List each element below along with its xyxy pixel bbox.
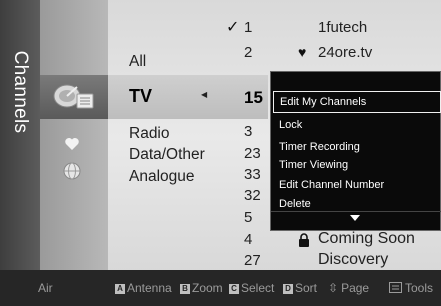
key-label: Tools [405, 281, 434, 295]
key-label: Select [241, 281, 275, 295]
updown-icon: ⇳ [328, 281, 339, 295]
channel-name[interactable]: Coming Soon [318, 230, 415, 248]
satellite-dish-icon [53, 84, 94, 109]
d-button-icon: D [283, 284, 293, 294]
tools-menu-item-lock[interactable]: Lock [279, 119, 302, 131]
channel-list-screen: Channels All TV ◀ Radio Data/Other Analo [0, 0, 441, 306]
select-key[interactable]: C Select [229, 281, 274, 295]
category-data-other[interactable]: Data/Other [129, 146, 205, 164]
channel-number[interactable]: 4 [244, 231, 252, 248]
signal-source: Air [38, 281, 53, 295]
tools-menu-item-selected[interactable]: Edit My Channels [273, 91, 441, 113]
category-analogue[interactable]: Analogue [129, 168, 195, 186]
channel-name[interactable]: 24ore.tv [318, 44, 372, 61]
left-arrow-icon: ◀ [201, 90, 208, 99]
a-button-icon: A [115, 284, 125, 294]
key-label: Zoom [192, 281, 223, 295]
channel-number[interactable]: 2 [244, 44, 252, 61]
heart-icon: ♥ [298, 44, 307, 60]
category-all[interactable]: All [129, 53, 146, 71]
channel-name[interactable]: 1futech [318, 19, 367, 36]
tools-key[interactable]: Tools [389, 281, 433, 295]
scroll-down-icon[interactable] [350, 215, 360, 221]
key-label: Sort [295, 281, 318, 295]
channel-number[interactable]: 3 [244, 123, 252, 140]
key-label: Page [341, 281, 370, 295]
tools-menu-item-timer-recording[interactable]: Timer Recording [279, 141, 360, 153]
key-label: Antenna [127, 281, 172, 295]
bottom-help-bar: Air A Antenna B Zoom C Select D Sort ⇳ Page T… [0, 270, 441, 306]
tools-icon [389, 282, 402, 293]
globe-icon [63, 162, 81, 180]
antenna-key[interactable]: A Antenna [115, 281, 172, 295]
tools-menu-item-timer-viewing[interactable]: Timer Viewing [279, 159, 348, 171]
channel-number[interactable]: 33 [244, 166, 261, 183]
title-strip: Channels [0, 0, 40, 270]
channel-number[interactable]: 23 [244, 145, 261, 162]
channel-number[interactable]: 32 [244, 187, 261, 204]
panel-title: Channels [10, 50, 31, 134]
lock-icon [299, 233, 309, 247]
b-button-icon: B [180, 284, 190, 294]
page-key[interactable]: ⇳ Page [328, 281, 369, 295]
channel-number-selected[interactable]: 15 [244, 88, 263, 108]
checkmark-icon: ✓ [226, 19, 240, 36]
c-button-icon: C [229, 284, 239, 294]
tools-menu-item-edit-channel-number[interactable]: Edit Channel Number [279, 179, 384, 191]
favorite-heart-icon [65, 138, 79, 150]
menu-divider [271, 211, 441, 212]
sort-key[interactable]: D Sort [283, 281, 317, 295]
channel-name[interactable]: Discovery [318, 251, 388, 269]
channel-number[interactable]: 27 [244, 252, 261, 269]
category-icon-column [40, 0, 108, 270]
tools-menu-item-delete[interactable]: Delete [279, 198, 311, 210]
category-radio[interactable]: Radio [129, 125, 170, 143]
tools-menu-item-label: Edit My Channels [280, 96, 367, 108]
zoom-key[interactable]: B Zoom [180, 281, 223, 295]
channel-number[interactable]: 5 [244, 209, 252, 226]
channel-number[interactable]: 1 [244, 19, 252, 36]
category-tv[interactable]: TV [129, 86, 152, 107]
tools-popup-menu: Edit My Channels Lock Timer Recording Ti… [270, 71, 441, 231]
